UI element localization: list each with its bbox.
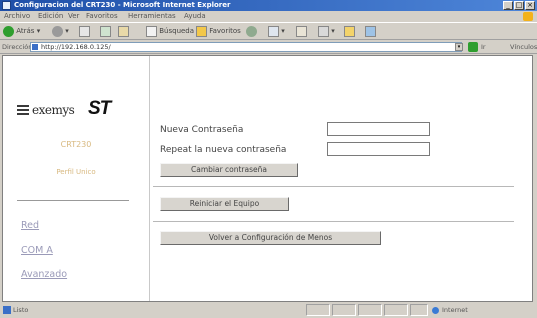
minimize-button[interactable]: _ <box>503 1 513 10</box>
status-bar: Listo Internet <box>0 302 537 318</box>
status-pane <box>306 304 330 316</box>
section-divider <box>153 221 514 222</box>
back-button[interactable]: Atrás ▾ <box>3 25 40 38</box>
new-password-label: Nueva Contraseña <box>160 125 244 135</box>
menu-favoritos[interactable]: Favoritos <box>86 11 118 22</box>
menu-ayuda[interactable]: Ayuda <box>184 11 206 22</box>
search-icon <box>146 25 157 37</box>
repeat-password-label: Repeat la nueva contraseña <box>160 145 287 155</box>
page-status-icon <box>3 306 11 314</box>
address-dropdown-button[interactable]: ▾ <box>455 43 463 51</box>
sidebar-link-com-a[interactable]: COM A <box>21 245 53 256</box>
title-bar: Configuracion del CRT230 - Microsoft Int… <box>0 0 537 11</box>
forward-button[interactable]: ▾ <box>52 25 69 38</box>
stop-button[interactable] <box>79 25 90 38</box>
exemys-st-logo: exemys ST <box>17 98 127 122</box>
status-pane <box>332 304 356 316</box>
status-text: Listo <box>13 306 29 314</box>
print-icon <box>318 25 329 37</box>
refresh-icon <box>100 25 111 37</box>
mail-icon <box>296 25 307 37</box>
messenger-button[interactable] <box>365 25 376 38</box>
menu-edicion[interactable]: Edición <box>38 11 63 22</box>
sidebar-link-avanzado[interactable]: Avanzado <box>21 269 67 280</box>
sidebar-link-red[interactable]: Red <box>21 220 39 231</box>
page-icon <box>32 44 38 50</box>
profile-label: Perfil Unico <box>56 168 96 176</box>
brand-mark: ST <box>88 98 111 119</box>
menu-bar: Archivo Edición Ver Favoritos Herramient… <box>0 11 537 22</box>
menu-archivo[interactable]: Archivo <box>4 11 30 22</box>
back-arrow-icon <box>3 25 14 37</box>
go-button[interactable]: Ir <box>481 43 486 51</box>
folder-icon <box>344 25 355 37</box>
standard-toolbar: Atrás ▾ ▾ Búsqueda Favoritos ▾ ▾ <box>0 22 537 40</box>
security-zone: Internet <box>442 306 468 314</box>
media-button[interactable] <box>246 25 257 38</box>
maximize-button[interactable]: □ <box>514 1 524 10</box>
search-label: Búsqueda <box>159 27 195 35</box>
search-button[interactable]: Búsqueda <box>146 25 194 38</box>
password-panel: Nueva Contraseña Repeat la nueva contras… <box>149 56 532 301</box>
stop-icon <box>79 25 90 37</box>
repeat-password-input[interactable] <box>327 142 430 156</box>
favorites-label: Favoritos <box>209 27 241 35</box>
status-pane <box>410 304 428 316</box>
address-input[interactable]: http://192.168.0.125/ <box>30 42 462 52</box>
section-divider <box>153 186 514 187</box>
sidebar: exemys ST CRT230 Perfil Unico Red COM A … <box>3 56 150 301</box>
mail-button[interactable] <box>296 25 307 38</box>
close-button[interactable]: × <box>525 1 535 10</box>
back-label: Atrás <box>16 27 35 35</box>
address-bar: Dirección http://192.168.0.125/ ▾ Ir Vín… <box>0 40 537 54</box>
media-icon <box>246 25 257 37</box>
folder-button[interactable] <box>344 25 355 38</box>
history-button[interactable]: ▾ <box>268 25 285 38</box>
sidebar-divider <box>17 200 129 201</box>
status-pane <box>384 304 408 316</box>
restart-device-button[interactable]: Reiniciar el Equipo <box>160 197 289 211</box>
print-button[interactable]: ▾ <box>318 25 335 38</box>
new-password-input[interactable] <box>327 122 430 136</box>
address-label: Dirección <box>2 43 33 51</box>
status-pane <box>358 304 382 316</box>
favorites-star-icon <box>196 25 207 37</box>
menu-herramientas[interactable]: Herramientas <box>128 11 176 22</box>
change-password-button[interactable]: Cambiar contraseña <box>160 163 298 177</box>
history-icon <box>268 25 279 37</box>
device-model: CRT230 <box>60 140 92 149</box>
internet-zone-icon <box>432 307 439 314</box>
refresh-button[interactable] <box>100 25 111 38</box>
home-icon <box>118 25 129 37</box>
links-label[interactable]: Vínculos <box>510 43 537 51</box>
forward-arrow-icon <box>52 25 63 37</box>
favorites-button[interactable]: Favoritos <box>196 25 241 38</box>
brand-name: exemys <box>32 103 75 117</box>
address-url: http://192.168.0.125/ <box>41 43 111 51</box>
menu-ver[interactable]: Ver <box>68 11 79 22</box>
exemys-lines-icon <box>17 105 29 117</box>
go-arrow-icon[interactable] <box>468 42 478 52</box>
internet-explorer-icon <box>2 1 11 10</box>
window-title: Configuracion del CRT230 - Microsoft Int… <box>14 1 231 9</box>
messenger-icon <box>365 25 376 37</box>
home-button[interactable] <box>118 25 129 38</box>
back-to-config-button[interactable]: Volver a Configuración de Menos <box>160 231 381 245</box>
page-content: exemys ST CRT230 Perfil Unico Red COM A … <box>2 55 533 302</box>
windows-logo-icon <box>523 12 533 21</box>
